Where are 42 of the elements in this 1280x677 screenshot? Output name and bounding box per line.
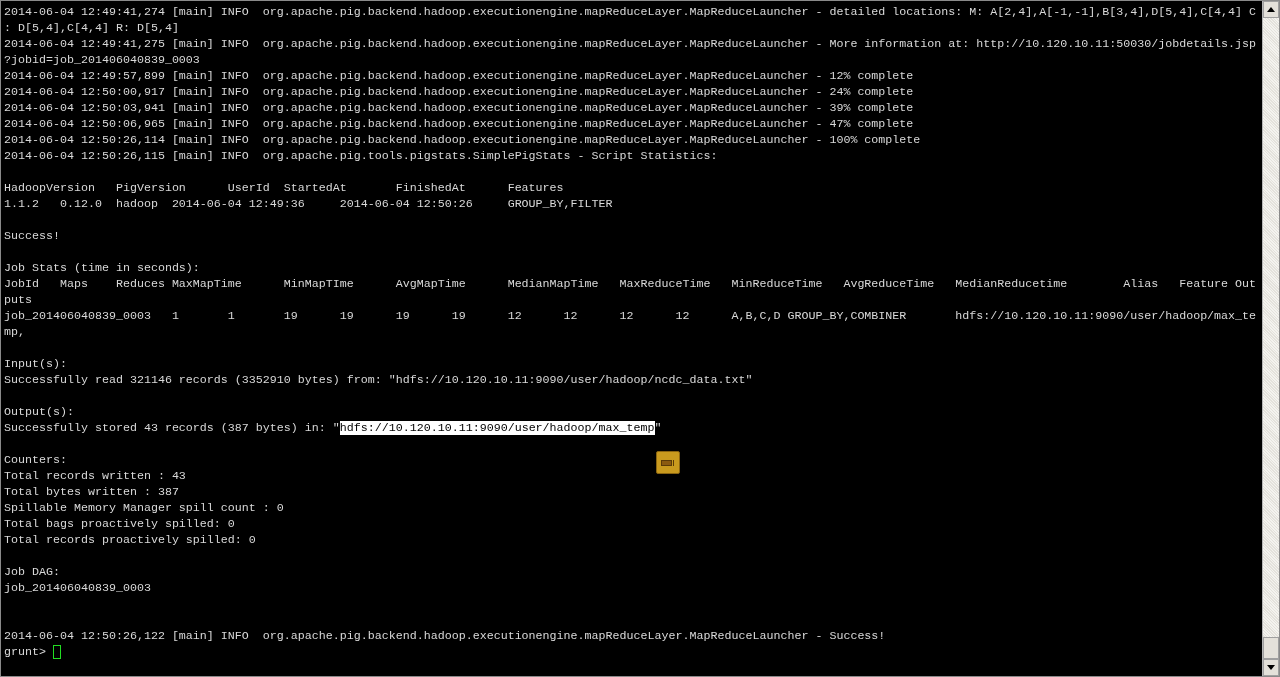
console-line: Job DAG: — [4, 564, 60, 580]
console-text: " — [654, 421, 662, 435]
console-line: mp, — [4, 324, 25, 340]
console-line: 2014-06-04 12:49:41,275 [main] INFO org.apache.pig.backend.hadoop.executionengine.mapReduceLayer.MapReduceLauncher - More information at: http://10.120.10.11:50030/jobdetails.jsp — [4, 36, 1257, 52]
console-line: 2014-06-04 12:49:57,899 [main] INFO org.apache.pig.backend.hadoop.executionengine.mapReduceLayer.MapReduceLauncher - 12% complete — [4, 68, 914, 84]
console-line: : D[5,4],C[4,4] R: D[5,4] — [4, 20, 179, 36]
console-line: 2014-06-04 12:50:03,941 [main] INFO org.apache.pig.backend.hadoop.executionengine.mapReduceLayer.MapReduceLauncher - 39% complete — [4, 100, 914, 116]
console-line: JobId Maps Reduces MaxMapTime MinMapTIme AvgMapTime MedianMapTime MaxReduceTime MinReduceTime AvgReduceTime MedianReducetime Alias Feature Out — [4, 276, 1257, 292]
console-line: puts — [4, 292, 32, 308]
console-line: 2014-06-04 12:50:26,122 [main] INFO org.apache.pig.backend.hadoop.executionengine.mapReduceLayer.MapReduceLauncher - Success! — [4, 628, 886, 644]
console-line: Total bytes written : 387 — [4, 484, 179, 500]
console-line: Job Stats (time in seconds): — [4, 260, 200, 276]
console-line: 1.1.2 0.12.0 hadoop 2014-06-04 12:49:36 2014-06-04 12:50:26 GROUP_BY,FILTER — [4, 196, 613, 212]
console-line: Counters: — [4, 452, 67, 468]
scroll-up-button[interactable] — [1263, 1, 1279, 18]
text-cursor — [53, 645, 61, 659]
console-line: 2014-06-04 12:50:26,114 [main] INFO org.apache.pig.backend.hadoop.executionengine.mapReduceLayer.MapReduceLauncher - 100% complete — [4, 132, 921, 148]
console-line: Total bags proactively spilled: 0 — [4, 516, 235, 532]
down-arrow-icon — [1267, 665, 1275, 670]
up-arrow-icon — [1267, 7, 1275, 12]
scrollbar[interactable] — [1262, 1, 1279, 676]
console-line: 2014-06-04 12:49:41,274 [main] INFO org.apache.pig.backend.hadoop.executionengine.mapReduceLayer.MapReduceLauncher - detailed locations: M: A[2,4],A[-1,-1],B[3,4],D[5,4],C[4,4] C — [4, 4, 1257, 20]
console-line: 2014-06-04 12:50:06,965 [main] INFO org.apache.pig.backend.hadoop.executionengine.mapReduceLayer.MapReduceLauncher - 47% complete — [4, 116, 914, 132]
scroll-down-button[interactable] — [1263, 659, 1279, 676]
console-line: job_201406040839_0003 1 1 19 19 19 19 12 12 12 12 A,B,C,D GROUP_BY,COMBINER hdfs://10.120.10.11:9090/user/hadoop/max_te — [4, 308, 1257, 324]
console-line: Total records proactively spilled: 0 — [4, 532, 256, 548]
shell-prompt: grunt> — [4, 644, 46, 660]
scroll-thumb[interactable] — [1263, 637, 1279, 659]
console-line: Output(s): — [4, 404, 74, 420]
console-line: Total records written : 43 — [4, 468, 186, 484]
console-line: Successfully read 321146 records (3352910 bytes) from: "hdfs://10.120.10.11:9090/user/hadoop/ncdc_data.txt" — [4, 372, 753, 388]
console-line: Success! — [4, 228, 60, 244]
selected-text: hdfs://10.120.10.11:9090/user/hadoop/max_temp — [339, 421, 655, 435]
bar-icon[interactable] — [656, 451, 680, 474]
console-line: 2014-06-04 12:50:26,115 [main] INFO org.apache.pig.tools.pigstats.SimplePigStats - Script Statistics: — [4, 148, 718, 164]
console-line: ?jobid=job_201406040839_0003 — [4, 52, 200, 68]
console-line: 2014-06-04 12:50:00,917 [main] INFO org.apache.pig.backend.hadoop.executionengine.mapReduceLayer.MapReduceLauncher - 24% complete — [4, 84, 914, 100]
console-line: Spillable Memory Manager spill count : 0 — [4, 500, 284, 516]
console-line: job_201406040839_0003 — [4, 580, 151, 596]
console-text: Successfully stored 43 records (387 bytes) in: " — [4, 421, 340, 435]
console-line: Input(s): — [4, 356, 67, 372]
console-line: HadoopVersion PigVersion UserId StartedAt FinishedAt Features — [4, 180, 564, 196]
